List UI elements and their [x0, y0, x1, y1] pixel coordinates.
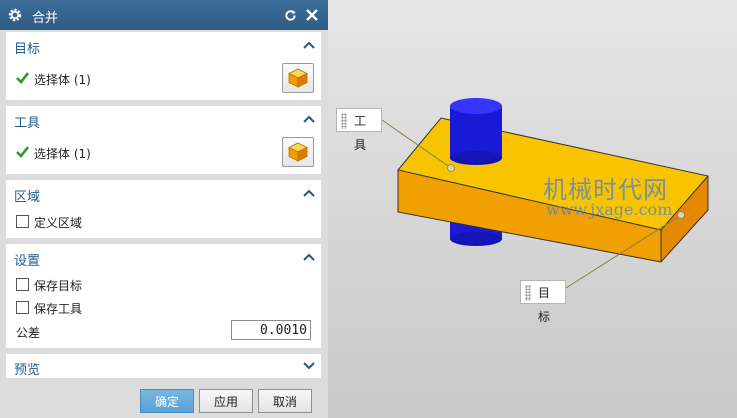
- tool-tag-text: 工具: [354, 114, 367, 152]
- target-section-header[interactable]: 目标: [14, 38, 40, 57]
- tool-section: 工具 选择体 (1): [6, 106, 321, 174]
- target-anchor-dot: [677, 211, 685, 219]
- region-section-header[interactable]: 区域: [14, 186, 40, 205]
- preview-section-header[interactable]: 预览: [14, 359, 40, 378]
- target-label-tag[interactable]: 目标: [520, 280, 566, 324]
- tool-select-body-label: 选择体 (1): [34, 147, 91, 161]
- tool-cylinder-upper[interactable]: [450, 98, 502, 165]
- tool-label-tag[interactable]: 工具: [336, 108, 382, 152]
- watermark-url: www.jxage.com: [546, 200, 673, 219]
- tolerance-input[interactable]: 0.0010: [231, 320, 311, 340]
- ok-button[interactable]: 确定: [140, 389, 194, 413]
- define-region-checkbox[interactable]: [16, 215, 29, 228]
- graphics-viewport[interactable]: 机械时代网 www.jxage.com 工具 目标: [328, 0, 737, 418]
- apply-button[interactable]: 应用: [199, 389, 253, 413]
- drag-handle-icon[interactable]: [525, 285, 531, 301]
- check-icon: [16, 146, 29, 158]
- tool-section-header[interactable]: 工具: [14, 112, 40, 131]
- preview-section: 预览: [6, 354, 321, 378]
- keep-target-label: 保存目标: [34, 279, 83, 293]
- model-3d[interactable]: [328, 0, 737, 418]
- cube-icon: [288, 142, 308, 162]
- tool-anchor-dot: [447, 164, 455, 172]
- target-tag-text: 目标: [538, 286, 551, 324]
- keep-target-checkbox[interactable]: [16, 278, 29, 291]
- reset-icon[interactable]: [283, 8, 298, 23]
- region-section: 区域 定义区域: [6, 180, 321, 238]
- target-select-body-label: 选择体 (1): [34, 73, 91, 87]
- keep-tool-label: 保存工具: [34, 302, 83, 316]
- dialog-title: 合并: [32, 11, 59, 26]
- cube-icon: [288, 68, 308, 88]
- keep-tool-checkbox[interactable]: [16, 301, 29, 314]
- check-icon: [16, 72, 29, 84]
- tolerance-label: 公差: [16, 326, 41, 340]
- select-tool-body-button[interactable]: [282, 137, 314, 167]
- gear-icon[interactable]: [7, 7, 23, 23]
- define-region-label: 定义区域: [34, 216, 83, 230]
- chevron-up-icon[interactable]: [303, 41, 315, 49]
- chevron-down-icon[interactable]: [303, 362, 315, 370]
- close-icon[interactable]: [305, 8, 319, 22]
- settings-section-header[interactable]: 设置: [14, 250, 40, 269]
- chevron-up-icon[interactable]: [303, 253, 315, 261]
- drag-handle-icon[interactable]: [341, 113, 347, 129]
- chevron-up-icon[interactable]: [303, 115, 315, 123]
- cancel-button[interactable]: 取消: [258, 389, 312, 413]
- select-target-body-button[interactable]: [282, 63, 314, 93]
- dialog-titlebar: 合并: [0, 0, 328, 30]
- target-section: 目标 选择体 (1): [6, 32, 321, 100]
- settings-section: 设置 保存目标 保存工具 公差 0.0010: [6, 244, 321, 348]
- merge-dialog: 合并 目标 选择体 (1) 工具 选择体 (1) 区域 定义区域 设置 保存目标…: [0, 0, 328, 418]
- chevron-up-icon[interactable]: [303, 189, 315, 197]
